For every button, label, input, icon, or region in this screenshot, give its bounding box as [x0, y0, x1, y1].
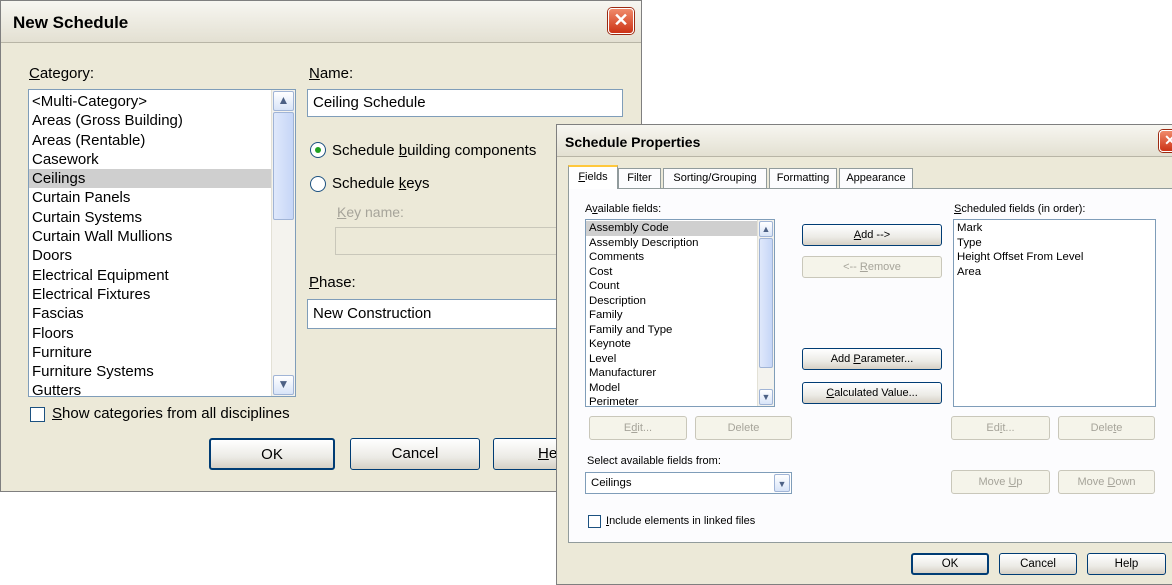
ok-button[interactable]: OK [911, 553, 989, 575]
list-item[interactable]: Doors [29, 246, 295, 265]
close-button[interactable]: ✕ [608, 8, 634, 34]
tab-appearance[interactable]: Appearance [839, 168, 913, 189]
tab-filter[interactable]: Filter [618, 168, 661, 189]
list-item[interactable]: Ceilings [29, 169, 295, 189]
cancel-button[interactable]: Cancel [999, 553, 1077, 575]
cancel-button[interactable]: Cancel [350, 438, 480, 470]
include-linked-checkbox[interactable] [588, 515, 601, 528]
dialog-title: New Schedule [13, 13, 129, 32]
list-item[interactable]: Electrical Equipment [29, 266, 295, 285]
close-icon: ✕ [613, 10, 629, 30]
scheduled-fields-label: Scheduled fields (in order): [954, 203, 1086, 215]
list-item[interactable]: Assembly Description [586, 236, 774, 251]
list-item[interactable]: Areas (Rentable) [29, 131, 295, 150]
scroll-down-button[interactable]: ▼ [759, 389, 773, 405]
category-list[interactable]: <Multi-Category> Areas (Gross Building) Ar… [28, 89, 296, 397]
list-item[interactable]: Keynote [586, 337, 774, 352]
show-all-disciplines-checkbox[interactable] [30, 407, 45, 422]
list-item[interactable]: Count [586, 279, 774, 294]
close-button[interactable]: ✕ [1159, 130, 1172, 152]
list-item[interactable]: Electrical Fixtures [29, 285, 295, 304]
list-item[interactable]: Comments [586, 250, 774, 265]
delete-scheduled-button[interactable]: Delete [1058, 416, 1155, 440]
chevron-down-icon: ▼ [277, 377, 290, 391]
calculated-value-button[interactable]: Calculated Value... [802, 382, 942, 404]
list-item[interactable]: Curtain Systems [29, 208, 295, 227]
list-item[interactable]: Perimeter [586, 395, 774, 406]
scheduled-fields-list[interactable]: Mark Type Height Offset From Level Area [953, 219, 1156, 407]
list-item[interactable]: Casework [29, 150, 295, 169]
scroll-up-button[interactable]: ▲ [273, 91, 294, 111]
list-item[interactable]: Fascias [29, 304, 295, 323]
ok-button[interactable]: OK [209, 438, 335, 470]
radio-schedule-keys[interactable] [310, 176, 326, 192]
list-item[interactable]: Height Offset From Level [954, 250, 1155, 265]
include-linked-label[interactable]: Include elements in linked files [606, 515, 755, 527]
list-item[interactable]: Level [586, 352, 774, 367]
delete-available-button[interactable]: Delete [695, 416, 792, 440]
chevron-down-icon[interactable]: ▼ [774, 474, 790, 492]
radio-building-components[interactable] [310, 142, 326, 158]
list-item[interactable]: Model [586, 381, 774, 396]
list-item[interactable]: Furniture [29, 343, 295, 362]
tab-sorting-grouping[interactable]: Sorting/Grouping [663, 168, 767, 189]
edit-available-button[interactable]: Edit... [589, 416, 687, 440]
chevron-up-icon: ▲ [277, 93, 290, 107]
list-item[interactable]: Cost [586, 265, 774, 280]
move-down-button[interactable]: Move Down [1058, 470, 1155, 494]
list-item[interactable]: Assembly Code [586, 221, 774, 236]
list-item[interactable]: Family [586, 308, 774, 323]
list-item[interactable]: <Multi-Category> [29, 92, 295, 111]
list-item[interactable]: Areas (Gross Building) [29, 111, 295, 130]
scroll-thumb[interactable] [759, 238, 773, 368]
tab-formatting[interactable]: Formatting [769, 168, 837, 189]
list-item[interactable]: Manufacturer [586, 366, 774, 381]
tab-fields[interactable]: Fields [568, 165, 618, 189]
select-fields-from-combo[interactable]: Ceilings ▼ [585, 472, 792, 494]
edit-scheduled-button[interactable]: Edit... [951, 416, 1050, 440]
move-up-button[interactable]: Move Up [951, 470, 1050, 494]
scroll-down-button[interactable]: ▼ [273, 375, 294, 395]
chevron-up-icon: ▲ [761, 224, 771, 234]
dialog-title: Schedule Properties [565, 134, 701, 150]
add-parameter-button[interactable]: Add Parameter... [802, 348, 942, 370]
help-button[interactable]: Help [1087, 553, 1166, 575]
name-label: Name: [309, 65, 354, 82]
remove-button[interactable]: <-- Remove [802, 256, 942, 278]
scroll-up-button[interactable]: ▲ [759, 221, 773, 237]
key-name-label: Key name: [337, 204, 404, 220]
select-fields-from-value: Ceilings [591, 477, 632, 489]
list-item[interactable]: Mark [954, 221, 1155, 236]
category-label: Category: [29, 65, 95, 82]
close-icon: ✕ [1164, 132, 1172, 148]
select-fields-from-label: Select available fields from: [587, 455, 721, 467]
available-fields-scrollbar[interactable]: ▲ ▼ [757, 220, 774, 406]
fields-tab-panel: Available fields: Assembly Code Assembly … [568, 188, 1172, 543]
available-fields-label: Available fields: [585, 203, 662, 215]
list-item[interactable]: Curtain Wall Mullions [29, 227, 295, 246]
schedule-properties-titlebar[interactable]: Schedule Properties ✕ [557, 125, 1172, 157]
list-item[interactable]: Gutters [29, 381, 295, 396]
new-schedule-titlebar[interactable]: New Schedule ✕ [1, 1, 641, 43]
scroll-thumb[interactable] [273, 112, 294, 220]
radio-building-components-label[interactable]: Schedule building components [332, 142, 536, 159]
add-button[interactable]: Add --> [802, 224, 942, 246]
show-all-disciplines-label[interactable]: Show categories from all disciplines [52, 405, 290, 422]
schedule-properties-dialog: Schedule Properties ✕ Fields Filter Sort… [556, 124, 1172, 585]
phase-label: Phase: [309, 274, 356, 291]
list-item[interactable]: Description [586, 294, 774, 309]
category-scrollbar[interactable]: ▲ ▼ [271, 90, 295, 396]
phase-select[interactable]: New Construction [307, 299, 597, 329]
radio-schedule-keys-label[interactable]: Schedule keys [332, 175, 430, 192]
list-item[interactable]: Area [954, 265, 1155, 280]
list-item[interactable]: Furniture Systems [29, 362, 295, 381]
list-item[interactable]: Family and Type [586, 323, 774, 338]
list-item[interactable]: Type [954, 236, 1155, 251]
name-field[interactable]: Ceiling Schedule [307, 89, 623, 117]
chevron-down-icon: ▼ [761, 392, 771, 402]
available-fields-list[interactable]: Assembly Code Assembly Description Comment… [585, 219, 775, 407]
list-item[interactable]: Curtain Panels [29, 188, 295, 207]
list-item[interactable]: Floors [29, 324, 295, 343]
new-schedule-dialog: New Schedule ✕ Category: <Multi-Category… [0, 0, 642, 492]
